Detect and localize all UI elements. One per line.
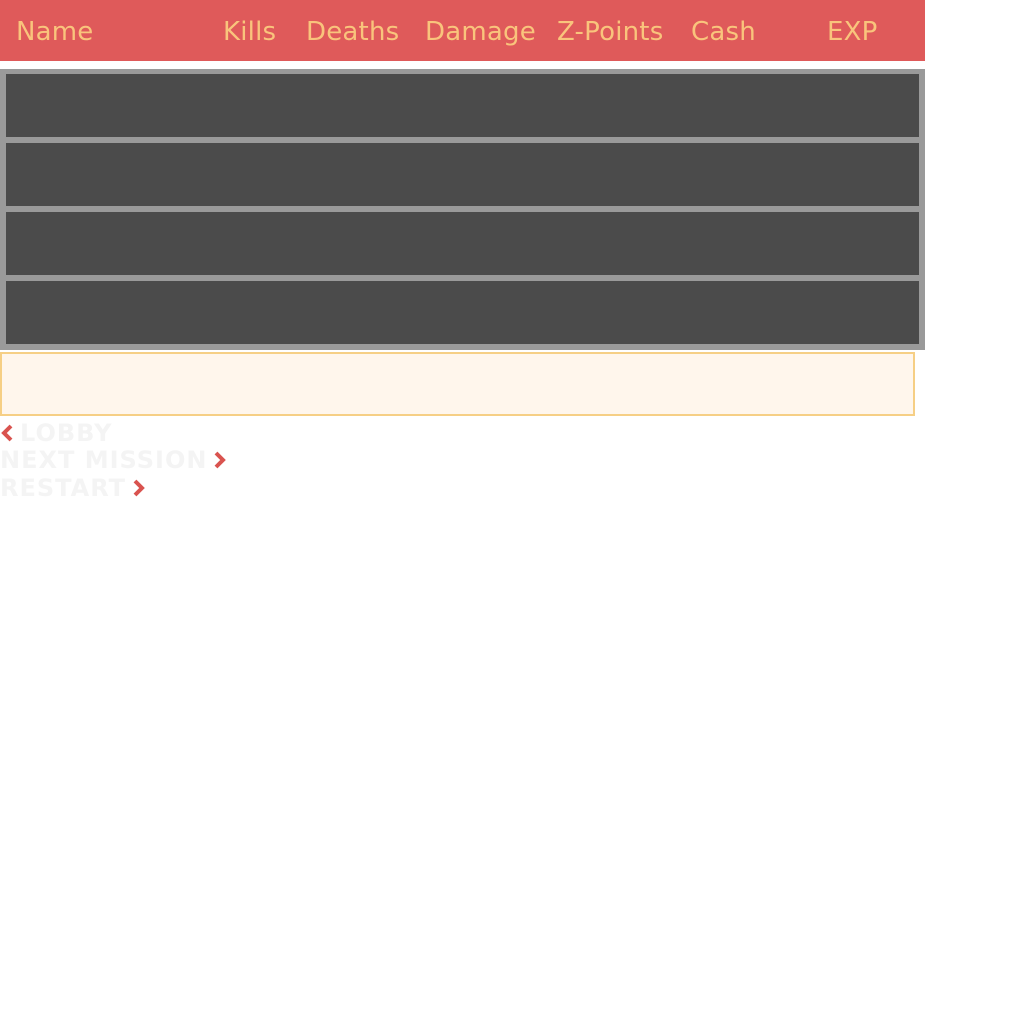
notice-box bbox=[0, 352, 915, 416]
column-kills-header: Kills bbox=[223, 17, 277, 47]
next-mission-button[interactable]: NEXT MISSION bbox=[0, 448, 227, 472]
column-damage-header: Damage bbox=[425, 17, 536, 47]
restart-button[interactable]: RESTART bbox=[0, 476, 146, 500]
restart-label: RESTART bbox=[0, 474, 127, 502]
player-row bbox=[6, 212, 919, 275]
scoreboard-header: Name Kills Deaths Damage Z-Points Cash E… bbox=[0, 0, 925, 64]
back-button[interactable]: LOBBY bbox=[0, 421, 113, 445]
player-row bbox=[6, 143, 919, 206]
next-mission-label: NEXT MISSION bbox=[0, 446, 208, 474]
column-zpoints-header: Z-Points bbox=[557, 17, 664, 47]
chevron-right-icon bbox=[133, 479, 145, 497]
player-row bbox=[6, 74, 919, 137]
player-rows bbox=[0, 69, 925, 350]
column-exp-header: EXP bbox=[827, 17, 878, 47]
chevron-right-icon bbox=[215, 451, 227, 469]
back-label: LOBBY bbox=[20, 419, 113, 447]
column-deaths-header: Deaths bbox=[306, 17, 400, 47]
chevron-left-icon bbox=[1, 424, 13, 442]
player-row bbox=[6, 281, 919, 344]
column-cash-header: Cash bbox=[691, 17, 756, 47]
column-name-header: Name bbox=[16, 17, 94, 47]
